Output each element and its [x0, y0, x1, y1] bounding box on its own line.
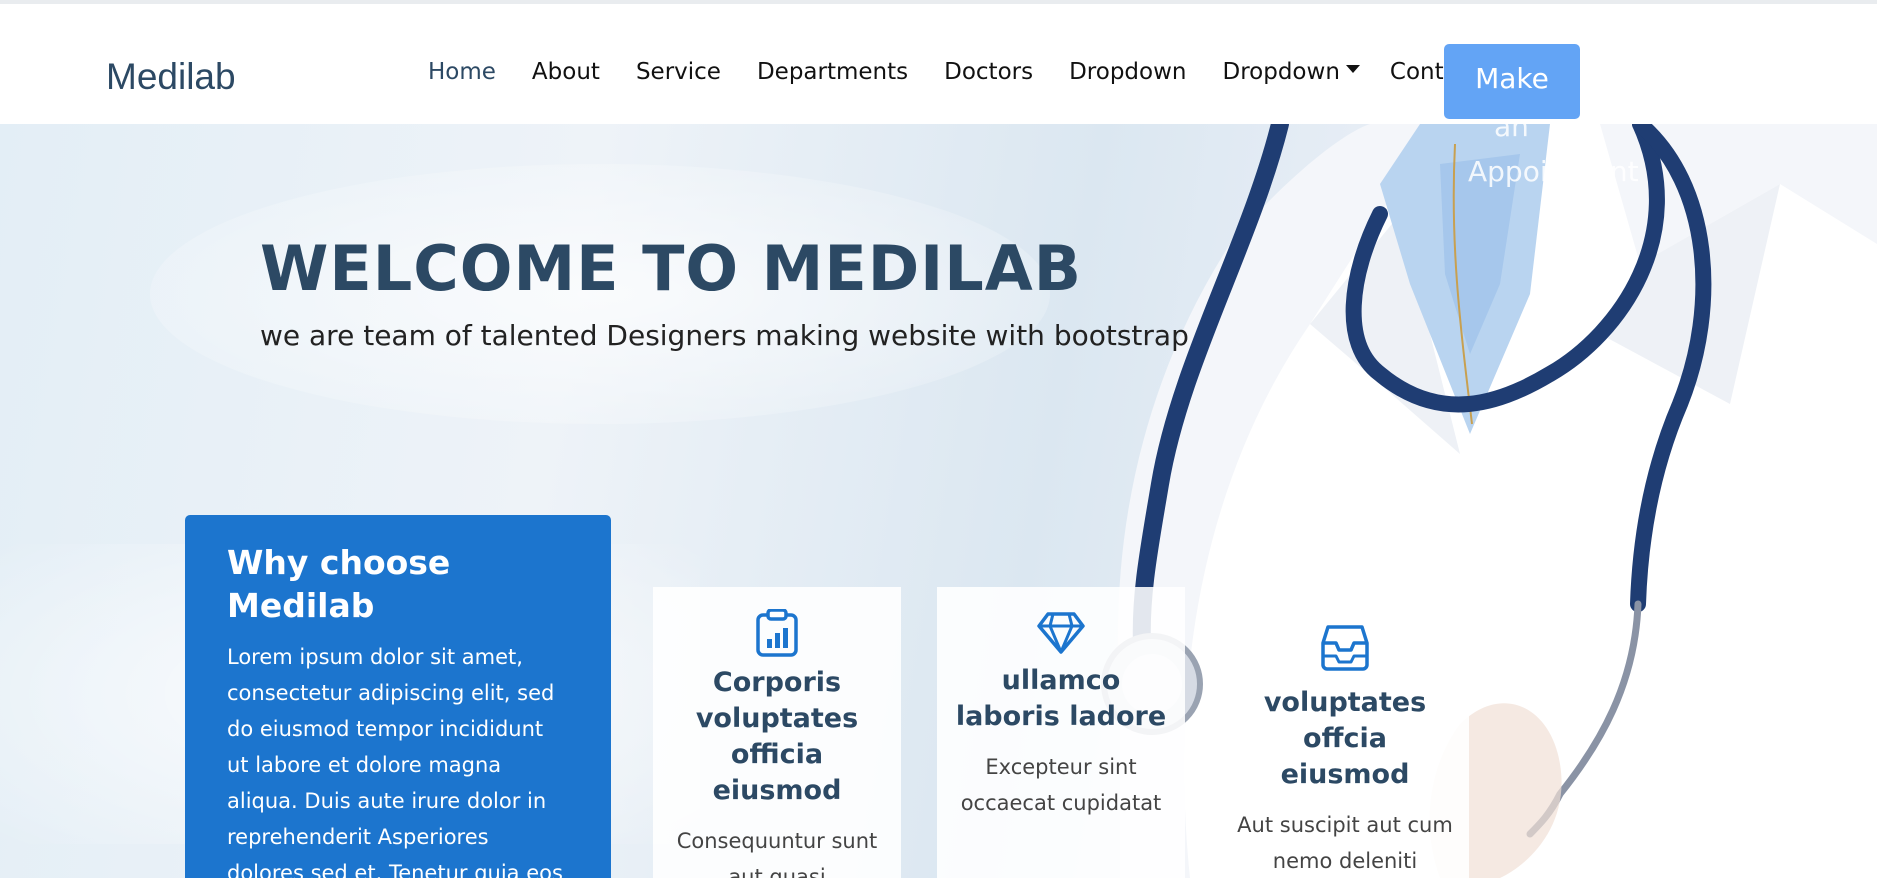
- feature-card: voluptates offcia eiusmod Aut suscipit a…: [1221, 587, 1469, 878]
- feature-card-text: Excepteur sint occaecat cupidatat: [960, 755, 1162, 815]
- appointment-button-overflow-text: an Appoinment: [1444, 104, 1654, 194]
- nav-link-doctors[interactable]: Doctors: [944, 59, 1033, 85]
- nav-link-dropdown[interactable]: Dropdown: [1069, 59, 1186, 85]
- nav-dropdown-label: Dropdown: [1222, 59, 1340, 85]
- feature-card: Corporis voluptates officia eiusmod Cons…: [653, 587, 901, 878]
- hero-section: WELCOME TO MEDILAB we are team of talent…: [0, 124, 1877, 878]
- appointment-text-line2: an: [1494, 110, 1529, 143]
- clipboard-chart-icon: [756, 609, 798, 657]
- caret-down-icon: [1345, 64, 1360, 73]
- feature-card-title: Corporis voluptates officia eiusmod: [695, 667, 859, 806]
- main-nav: Home About Service Departments Doctors D…: [428, 59, 1515, 85]
- feature-card: ullamco laboris ladore Excepteur sint oc…: [937, 587, 1185, 878]
- hero-subtitle: we are team of talented Designers making…: [260, 319, 1189, 352]
- feature-card-title: ullamco laboris ladore: [955, 665, 1167, 732]
- hero-title: WELCOME TO MEDILAB: [260, 232, 1083, 305]
- site-logo[interactable]: Medilab: [106, 56, 236, 98]
- gem-icon: [1037, 612, 1085, 654]
- appointment-text-line3: Appoinment: [1468, 155, 1639, 188]
- doctor-image: [1101, 124, 1877, 878]
- feature-card-title: voluptates offcia eiusmod: [1263, 687, 1427, 790]
- why-choose-text: Lorem ipsum dolor sit amet, consectetur …: [227, 645, 563, 878]
- feature-card-text: Aut suscipit aut cum nemo deleniti: [1237, 813, 1453, 873]
- nav-link-about[interactable]: About: [532, 59, 600, 85]
- nav-dropdown-toggle[interactable]: Dropdown: [1223, 59, 1360, 85]
- why-choose-box: Why choose Medilab Lorem ipsum dolor sit…: [185, 515, 611, 878]
- nav-link-service[interactable]: Service: [636, 59, 721, 85]
- nav-link-departments[interactable]: Departments: [757, 59, 908, 85]
- nav-link-home[interactable]: Home: [428, 59, 496, 85]
- inbox-icon: [1321, 625, 1369, 671]
- feature-card-text: Consequuntur sunt aut quasi: [676, 829, 878, 878]
- why-choose-title: Why choose Medilab: [227, 543, 451, 625]
